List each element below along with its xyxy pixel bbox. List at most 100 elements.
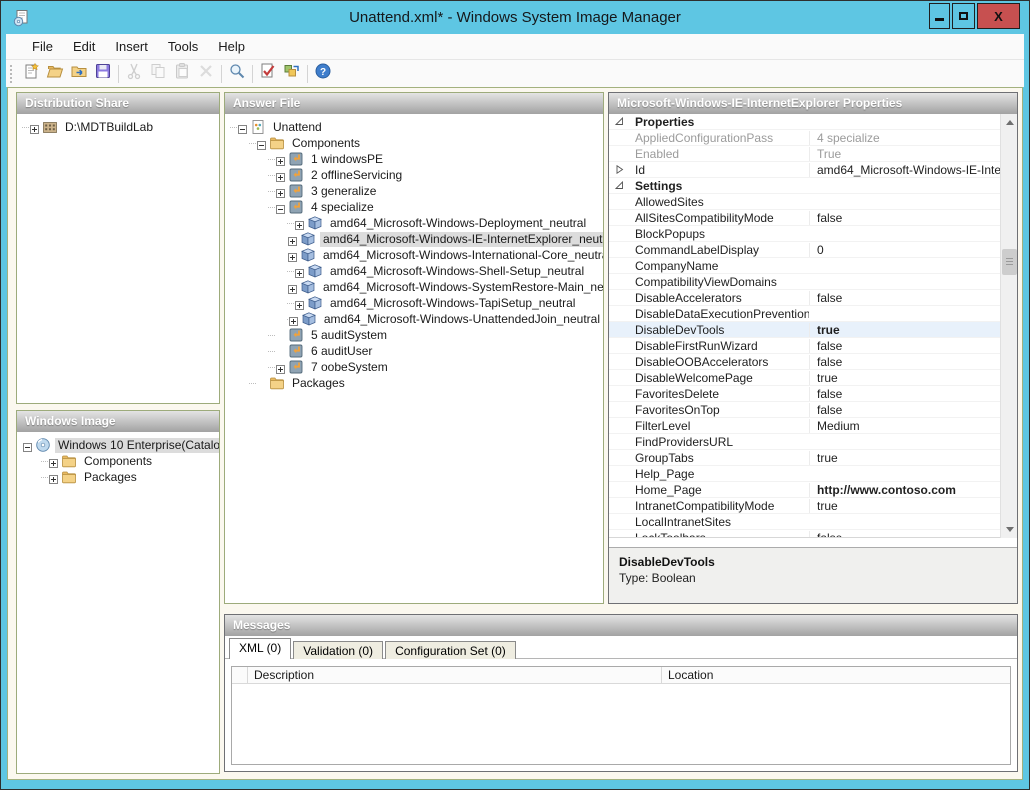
grid-row-allsitescompatibilitymode[interactable]: AllSitesCompatibilityModefalse <box>609 210 1017 226</box>
tree-item-7-oobesystem[interactable]: 7 oobeSystem <box>225 359 603 375</box>
grid-row-allowedsites[interactable]: AllowedSites <box>609 194 1017 210</box>
tree-item-unattend[interactable]: Unattend <box>225 119 603 135</box>
toolbar-gripper[interactable] <box>10 65 15 83</box>
grid-row-enabled[interactable]: EnabledTrue <box>609 146 1017 162</box>
property-value[interactable]: amd64_Microsoft-Windows-IE-InternetExplo… <box>809 163 1017 177</box>
tree-item-3-generalize[interactable]: 3 generalize <box>225 183 603 199</box>
scrollbar-down-button[interactable] <box>1001 521 1017 538</box>
scrollbar-thumb[interactable] <box>1002 249 1017 275</box>
tree-expander-minus[interactable] <box>257 139 266 148</box>
property-value[interactable]: 0 <box>809 243 1017 257</box>
tree-expander-plus[interactable] <box>288 251 297 260</box>
scrollbar-up-button[interactable] <box>1001 114 1017 131</box>
grid-row-disableoobaccelerators[interactable]: DisableOOBAcceleratorsfalse <box>609 354 1017 370</box>
create-config-set-button[interactable] <box>280 62 304 86</box>
tree-expander-plus[interactable] <box>295 219 304 228</box>
tree-expander-plus[interactable] <box>276 155 285 164</box>
property-value[interactable]: true <box>809 499 1017 513</box>
menu-item-insert[interactable]: Insert <box>105 36 158 57</box>
grid-row-disableaccelerators[interactable]: DisableAcceleratorsfalse <box>609 290 1017 306</box>
menu-item-file[interactable]: File <box>22 36 63 57</box>
property-value[interactable]: True <box>809 147 1017 161</box>
tree-item-amd64-microsoft-windows-tapisetup-neutral[interactable]: amd64_Microsoft-Windows-TapiSetup_neutra… <box>225 295 603 311</box>
grid-row-compatibilityviewdomains[interactable]: CompatibilityViewDomains <box>609 274 1017 290</box>
grid-expander-closed[interactable] <box>609 165 629 174</box>
property-value[interactable]: true <box>809 371 1017 385</box>
tree-expander-plus[interactable] <box>276 363 285 372</box>
tree-expander-plus[interactable] <box>276 171 285 180</box>
grid-expander-open[interactable] <box>609 117 629 126</box>
tree-expander-plus[interactable] <box>288 235 297 244</box>
tree-item-6-audituser[interactable]: 6 auditUser <box>225 343 603 359</box>
property-value[interactable]: false <box>809 355 1017 369</box>
tree-expander-plus[interactable] <box>276 187 285 196</box>
maximize-button[interactable] <box>952 3 975 29</box>
grid-row-disabledevtools[interactable]: DisableDevToolstrue <box>609 322 1017 338</box>
messages-col-description[interactable]: Description <box>248 667 662 683</box>
grid-row-home-page[interactable]: Home_Pagehttp://www.contoso.com <box>609 482 1017 498</box>
help-button[interactable]: ? <box>311 62 335 86</box>
grid-row-findprovidersurl[interactable]: FindProvidersURL <box>609 434 1017 450</box>
tree-item-amd64-microsoft-windows-deployment-neutral[interactable]: amd64_Microsoft-Windows-Deployment_neutr… <box>225 215 603 231</box>
grid-row-commandlabeldisplay[interactable]: CommandLabelDisplay0 <box>609 242 1017 258</box>
tree-item-components[interactable]: Components <box>17 453 219 469</box>
tree-expander-minus[interactable] <box>276 203 285 212</box>
property-value[interactable]: Medium <box>809 419 1017 433</box>
tab-xml-0[interactable]: XML (0) <box>229 638 291 659</box>
tree-item-amd64-microsoft-windows-ie-internetexplore[interactable]: amd64_Microsoft-Windows-IE-InternetExplo… <box>225 231 603 247</box>
messages-col-icon[interactable] <box>232 667 248 683</box>
menu-item-help[interactable]: Help <box>208 36 255 57</box>
property-value[interactable]: 4 specialize <box>809 131 1017 145</box>
tree-item-components[interactable]: Components <box>225 135 603 151</box>
grid-row-favoritesontop[interactable]: FavoritesOnTopfalse <box>609 402 1017 418</box>
tree-item-5-auditsystem[interactable]: 5 auditSystem <box>225 327 603 343</box>
menu-item-edit[interactable]: Edit <box>63 36 105 57</box>
property-grid-scrollbar[interactable] <box>1000 114 1017 538</box>
property-value[interactable]: false <box>809 291 1017 305</box>
tree-item-amd64-microsoft-windows-systemrestore-main[interactable]: amd64_Microsoft-Windows-SystemRestore-Ma… <box>225 279 603 295</box>
tree-expander-minus[interactable] <box>238 123 247 132</box>
grid-row-favoritesdelete[interactable]: FavoritesDeletefalse <box>609 386 1017 402</box>
property-value[interactable]: true <box>809 323 1017 337</box>
tree-expander-plus[interactable] <box>30 123 39 132</box>
tree-item-1-windowspe[interactable]: 1 windowsPE <box>225 151 603 167</box>
grid-row-appliedconfigurationpass[interactable]: AppliedConfigurationPass4 specialize <box>609 130 1017 146</box>
property-value[interactable]: false <box>809 403 1017 417</box>
tree-expander-plus[interactable] <box>288 283 297 292</box>
grid-category-settings[interactable]: Settings <box>609 178 1017 194</box>
property-value[interactable]: false <box>809 339 1017 353</box>
tree-item-2-offlineservicing[interactable]: 2 offlineServicing <box>225 167 603 183</box>
property-value[interactable]: true <box>809 451 1017 465</box>
grid-row-intranetcompatibilitymode[interactable]: IntranetCompatibilityModetrue <box>609 498 1017 514</box>
grid-row-disablewelcomepage[interactable]: DisableWelcomePagetrue <box>609 370 1017 386</box>
validate-button[interactable] <box>256 62 280 86</box>
grid-row-blockpopups[interactable]: BlockPopups <box>609 226 1017 242</box>
new-answer-file-button[interactable] <box>19 62 43 86</box>
open-file-button[interactable] <box>43 62 67 86</box>
property-value[interactable]: false <box>809 531 1017 539</box>
menu-item-tools[interactable]: Tools <box>158 36 208 57</box>
messages-col-location[interactable]: Location <box>662 667 1010 683</box>
grid-row-localintranetsites[interactable]: LocalIntranetSites <box>609 514 1017 530</box>
grid-expander-open[interactable] <box>609 181 629 190</box>
title-bar[interactable]: Unattend.xml* - Windows System Image Man… <box>1 1 1029 34</box>
tree-item-windows-10-enterprise-catalog[interactable]: Windows 10 Enterprise(Catalog) <box>17 437 219 453</box>
grid-row-disabledataexecutionprevention[interactable]: DisableDataExecutionPrevention <box>609 306 1017 322</box>
property-value[interactable]: false <box>809 387 1017 401</box>
tree-item-packages[interactable]: Packages <box>225 375 603 391</box>
grid-row-grouptabs[interactable]: GroupTabstrue <box>609 450 1017 466</box>
find-button[interactable] <box>225 62 249 86</box>
tree-item-packages[interactable]: Packages <box>17 469 219 485</box>
import-package-button[interactable] <box>67 62 91 86</box>
tree-item-4-specialize[interactable]: 4 specialize <box>225 199 603 215</box>
minimize-button[interactable] <box>929 3 950 29</box>
grid-row-id[interactable]: Idamd64_Microsoft-Windows-IE-InternetExp… <box>609 162 1017 178</box>
close-button[interactable]: X <box>977 3 1020 29</box>
property-value[interactable]: http://www.contoso.com <box>809 483 1017 497</box>
tree-item-amd64-microsoft-windows-shell-setup-neutra[interactable]: amd64_Microsoft-Windows-Shell-Setup_neut… <box>225 263 603 279</box>
grid-category-properties[interactable]: Properties <box>609 114 1017 130</box>
grid-row-locktoolbars[interactable]: LockToolbarsfalse <box>609 530 1017 538</box>
tree-item-d-mdtbuildlab[interactable]: D:\MDTBuildLab <box>17 119 219 135</box>
grid-row-help-page[interactable]: Help_Page <box>609 466 1017 482</box>
tree-expander-plus[interactable] <box>295 267 304 276</box>
